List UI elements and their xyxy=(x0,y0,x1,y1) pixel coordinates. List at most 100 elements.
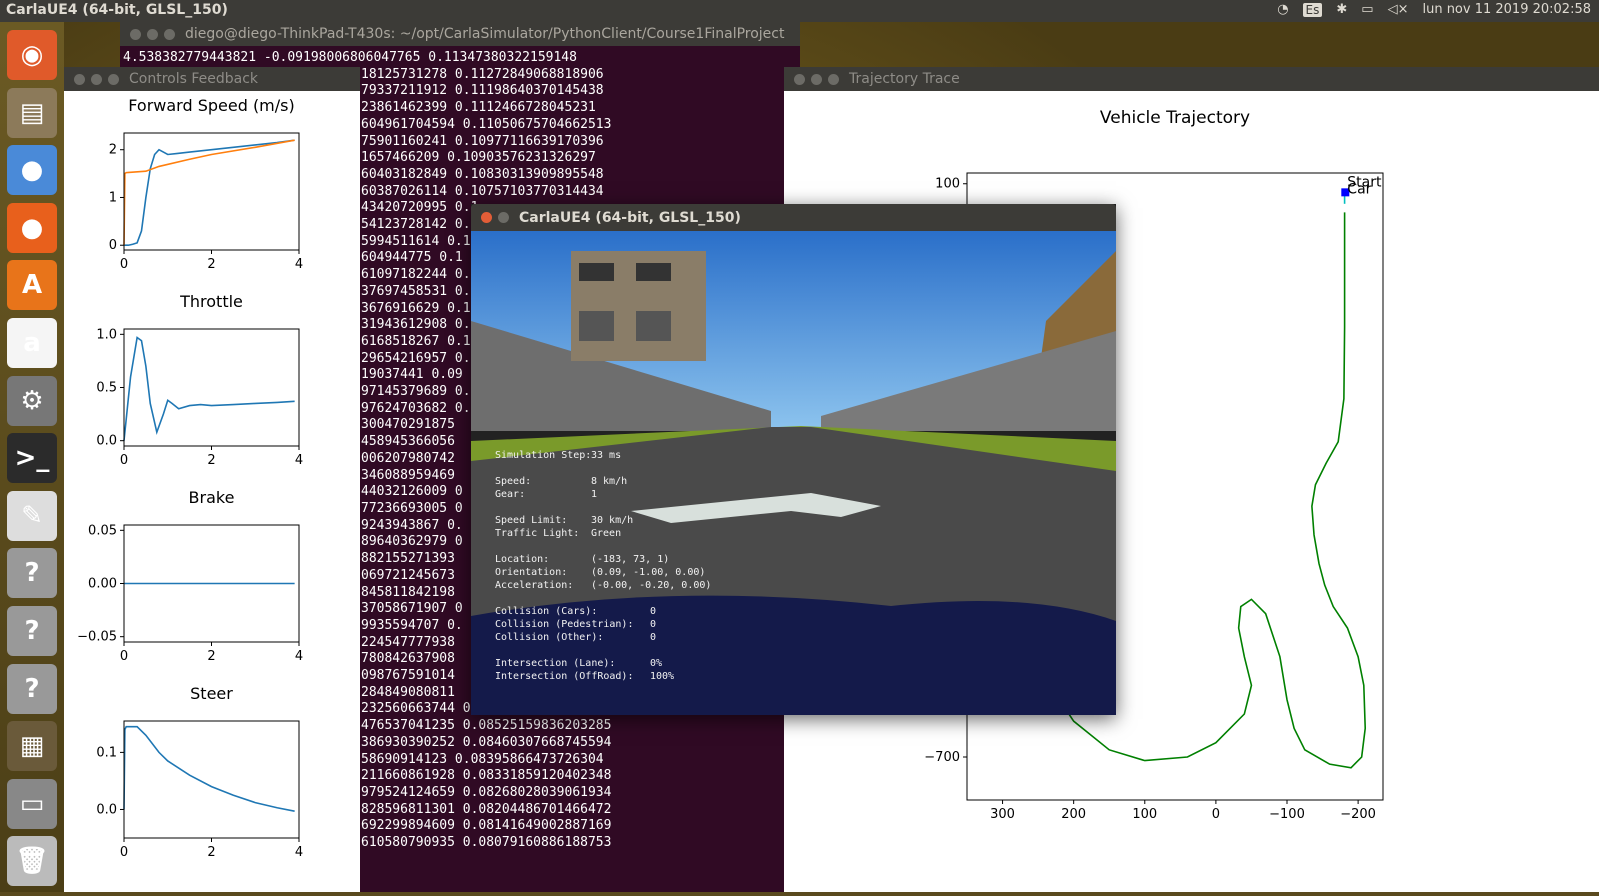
controls-titlebar[interactable]: Controls Feedback xyxy=(64,67,360,91)
volume-icon[interactable]: ◁× xyxy=(1388,2,1409,17)
battery-icon[interactable]: ▭ xyxy=(1361,2,1373,17)
hud-value: 0 xyxy=(650,632,657,643)
terminal-icon[interactable]: >_ xyxy=(7,433,57,484)
terminal-title: diego@diego-ThinkPad-T430s: ~/opt/CarlaS… xyxy=(185,26,785,42)
hud-row xyxy=(495,592,711,605)
y-tick-label: 0 xyxy=(109,238,117,253)
firefox-icon[interactable]: ● xyxy=(7,202,57,253)
software-center-icon[interactable]: A xyxy=(7,260,57,311)
trash-icon[interactable]: 🗑 xyxy=(7,836,57,887)
terminal-line: 4.538382779443821 -0.09198006806047765 0… xyxy=(123,50,577,65)
x-tick-label: 4 xyxy=(295,453,303,468)
ubuntu-icon[interactable]: ◉ xyxy=(7,30,57,80)
hud-row: Speed: 8 km/h xyxy=(495,475,711,488)
files-icon[interactable]: ▤ xyxy=(7,87,57,138)
bluetooth-icon[interactable]: ✱ xyxy=(1336,2,1347,17)
hud-value: 0 xyxy=(650,619,657,630)
hud-value: 100% xyxy=(650,671,675,682)
maximize-icon[interactable] xyxy=(828,73,839,85)
plot-frame xyxy=(123,132,300,251)
maximize-icon[interactable] xyxy=(108,73,119,85)
hud-label: Collision (Pedestrian): xyxy=(495,619,634,630)
plot-frame xyxy=(123,328,300,447)
chrome-icon[interactable]: ● xyxy=(7,145,57,196)
hud-value: (-183, 73, 1) xyxy=(591,554,670,565)
chart-title: Vehicle Trajectory xyxy=(1100,108,1250,128)
hud-row xyxy=(495,540,711,553)
x-tick-label: 4 xyxy=(295,845,303,860)
x-tick-label: 300 xyxy=(990,807,1015,822)
hud-row: Intersection (OffRoad): 100% xyxy=(495,670,711,683)
hud-label: Orientation: xyxy=(495,567,568,578)
text-editor-icon[interactable]: ✎ xyxy=(7,490,57,541)
x-tick-label: 200 xyxy=(1061,807,1086,822)
launcher: ◉ ▤ ● ● Aa ⚙ >_ ✎??? ▦ ▭ 🗑 xyxy=(0,22,64,892)
hud-label: Speed: xyxy=(495,476,532,487)
hud-row: Speed Limit: 30 km/h xyxy=(495,514,711,527)
wifi-icon[interactable]: ◔ xyxy=(1277,2,1288,17)
x-tick-label: 0 xyxy=(120,257,128,272)
carla-titlebar[interactable]: CarlaUE4 (64-bit, GLSL_150) xyxy=(471,204,1116,231)
hud-label: Simulation Step: xyxy=(495,450,592,461)
trajectory-titlebar[interactable]: Trajectory Trace xyxy=(784,67,1599,91)
controls-feedback-window[interactable]: Controls Feedback Forward Speed (m/s) 0 2 4… xyxy=(64,67,360,892)
hud-row: Gear: 1 xyxy=(495,488,711,501)
close-icon[interactable] xyxy=(794,73,805,85)
trajectory-title: Trajectory Trace xyxy=(849,71,960,87)
y-tick-label: 100 xyxy=(935,177,960,192)
y-tick-label: −0.05 xyxy=(77,630,117,645)
chart-title: Brake xyxy=(189,488,235,507)
minimize-icon[interactable] xyxy=(91,73,102,85)
hud-label: Traffic Light: xyxy=(495,528,580,539)
hud-value: 0% xyxy=(650,658,663,669)
hud-label: Intersection (OffRoad): xyxy=(495,671,634,682)
carla-title: CarlaUE4 (64-bit, GLSL_150) xyxy=(519,209,741,226)
x-tick-label: 4 xyxy=(295,257,303,272)
hud-value: 33 ms xyxy=(591,450,622,461)
x-tick-label: 4 xyxy=(295,649,303,664)
x-tick-label: 100 xyxy=(1132,807,1157,822)
hud-row: Orientation: (0.09, -1.00, 0.00) xyxy=(495,566,711,579)
hud-row xyxy=(495,462,711,475)
hud-label: Collision (Other): xyxy=(495,632,604,643)
minimize-icon[interactable] xyxy=(811,73,822,85)
workspaces-icon[interactable]: ▦ xyxy=(7,721,57,772)
hud-value: 1 xyxy=(591,489,598,500)
minimize-icon[interactable] xyxy=(147,28,158,40)
unknown-app-icon[interactable]: ? xyxy=(7,548,57,599)
x-tick-label: 0 xyxy=(120,845,128,860)
car-label: Car xyxy=(1347,181,1371,197)
plot-frame xyxy=(123,720,300,839)
close-icon[interactable] xyxy=(74,73,85,85)
hud-row: Intersection (Lane): 0% xyxy=(495,657,711,670)
maximize-icon[interactable] xyxy=(164,28,175,40)
unknown-app-icon[interactable]: ? xyxy=(7,663,57,714)
unknown-app-icon[interactable]: ? xyxy=(7,606,57,656)
amazon-icon[interactable]: a xyxy=(7,318,57,368)
carla-window[interactable]: CarlaUE4 (64-bit, GLSL_150) Simulation S… xyxy=(471,204,1116,715)
chart-title: Throttle xyxy=(179,292,243,311)
y-tick-label: 2 xyxy=(109,143,117,158)
y-tick-label: 0.5 xyxy=(96,381,117,396)
chart-title: Steer xyxy=(190,684,233,703)
x-tick-label: 2 xyxy=(207,649,215,664)
settings-icon[interactable]: ⚙ xyxy=(7,375,57,426)
controls-figure: Forward Speed (m/s)0 2 4012Throttle0 2 40.00… xyxy=(77,96,303,860)
series-line xyxy=(123,725,295,812)
x-tick-label: −200 xyxy=(1340,807,1376,822)
series-line xyxy=(123,139,295,246)
hud-row: Collision (Pedestrian): 0 xyxy=(495,618,711,631)
clock[interactable]: lun nov 11 2019 20:02:58 xyxy=(1422,2,1591,17)
x-tick-label: 0 xyxy=(120,453,128,468)
minimize-icon[interactable] xyxy=(498,212,509,223)
drive-icon[interactable]: ▭ xyxy=(7,778,57,829)
terminal-titlebar[interactable]: diego@diego-ThinkPad-T430s: ~/opt/CarlaS… xyxy=(120,22,800,46)
top-panel: CarlaUE4 (64-bit, GLSL_150) ◔ Es ✱ ▭ ◁× … xyxy=(0,0,1599,22)
chart-title: Forward Speed (m/s) xyxy=(128,96,294,115)
keyboard-layout-indicator[interactable]: Es xyxy=(1302,2,1323,17)
hud-row: Collision (Cars): 0 xyxy=(495,605,711,618)
close-icon[interactable] xyxy=(481,212,492,223)
y-tick-label: 0.00 xyxy=(88,577,117,592)
close-icon[interactable] xyxy=(130,28,141,40)
hud-value: 0 xyxy=(650,606,657,617)
